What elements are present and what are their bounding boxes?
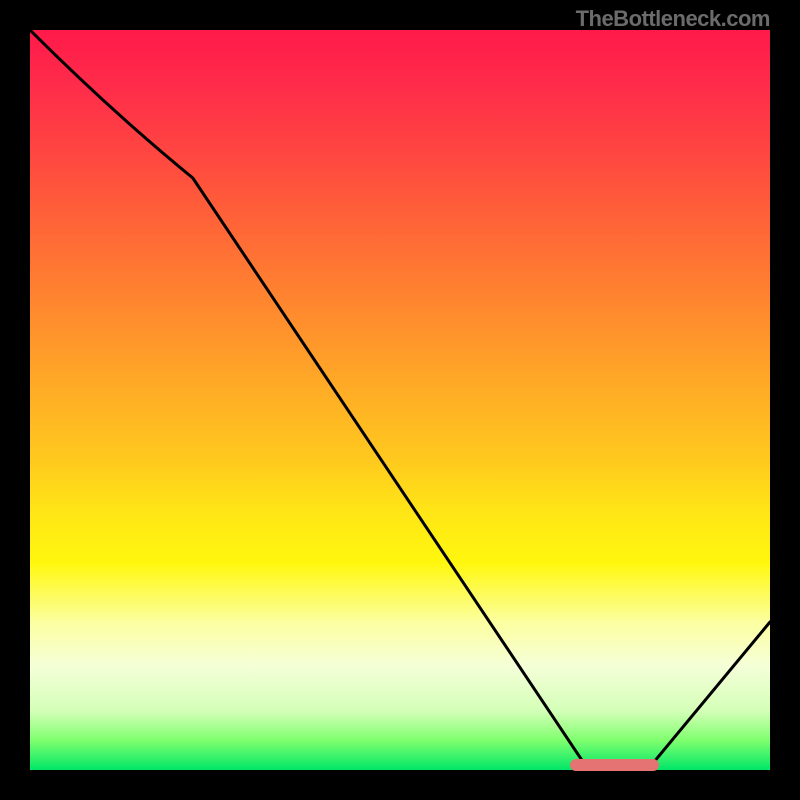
- optimal-range-marker: [570, 759, 659, 771]
- plot-area: [30, 30, 770, 770]
- attribution-text: TheBottleneck.com: [576, 6, 770, 32]
- curve-svg: [30, 30, 770, 770]
- bottleneck-chart: TheBottleneck.com: [0, 0, 800, 800]
- bottleneck-curve-path: [30, 30, 770, 767]
